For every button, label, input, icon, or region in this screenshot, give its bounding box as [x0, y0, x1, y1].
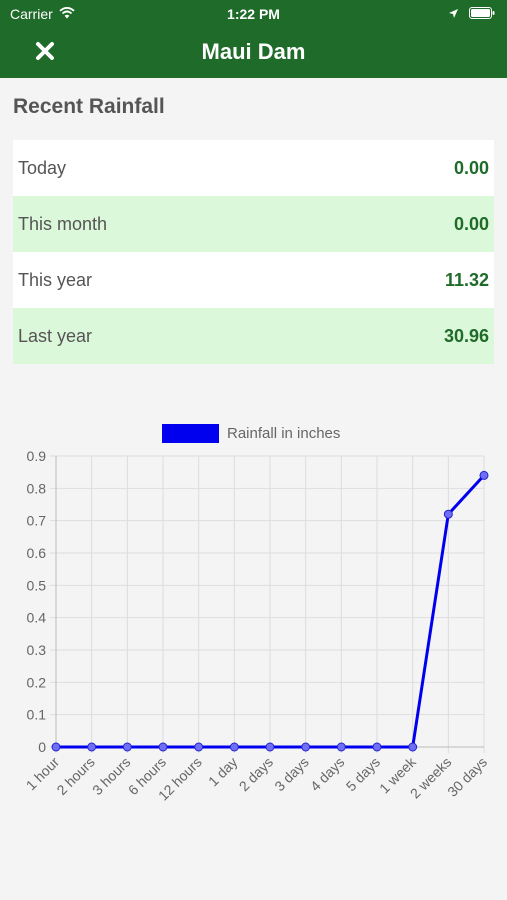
status-bar: Carrier 1:22 PM	[0, 0, 507, 28]
battery-icon	[469, 6, 495, 22]
data-point	[51, 742, 61, 752]
y-tick-label: 0.9	[27, 448, 47, 464]
y-tick-label: 0.6	[27, 545, 47, 561]
data-point	[158, 742, 168, 752]
x-tick-label: 30 days	[444, 754, 490, 800]
x-tick-label: 2 days	[236, 754, 276, 794]
data-point	[229, 742, 239, 752]
data-point	[336, 742, 346, 752]
status-right	[448, 6, 495, 22]
chart-svg: 00.10.20.30.40.50.60.70.80.91 hour2 hour…	[23, 448, 490, 804]
data-point	[408, 742, 418, 752]
location-arrow-icon	[448, 6, 459, 22]
x-tick-label: 2 hours	[53, 754, 97, 798]
y-tick-label: 0.3	[27, 642, 47, 658]
data-point	[443, 509, 453, 519]
status-time: 1:22 PM	[227, 6, 280, 22]
data-point	[87, 742, 97, 752]
row-value: 11.32	[444, 269, 489, 290]
row-last-year: Last year 30.96	[13, 308, 494, 364]
data-point	[479, 470, 489, 480]
x-tick-label: 4 days	[307, 754, 347, 794]
row-value: 0.00	[453, 157, 489, 178]
x-tick-label: 3 days	[271, 754, 311, 794]
row-value: 0.00	[453, 213, 489, 234]
rainfall-summary-list: Today 0.00 This month 0.00 This year 11.…	[13, 140, 494, 364]
nav-bar: Maui Dam	[0, 28, 507, 78]
section-title: Recent Rainfall	[13, 95, 165, 118]
row-label: This month	[18, 213, 108, 234]
data-point	[301, 742, 311, 752]
y-tick-label: 0.2	[27, 674, 47, 690]
data-point	[265, 742, 275, 752]
row-label: This year	[18, 269, 93, 290]
row-this-month: This month 0.00	[13, 196, 494, 252]
y-tick-label: 0	[38, 739, 46, 755]
nav-title: Maui Dam	[201, 39, 306, 64]
x-tick-label: 5 days	[343, 754, 383, 794]
y-tick-label: 0.8	[27, 480, 47, 496]
rainfall-chart: Rainfall in inches 0 0.1 0.2 0.3 0.4 0.5 0.6 0.…	[0, 412, 507, 832]
row-value: 30.96	[443, 325, 489, 346]
row-today: Today 0.00	[13, 140, 494, 196]
y-tick-label: 0.5	[27, 577, 47, 593]
data-point	[194, 742, 204, 752]
y-tick-label: 0.1	[27, 707, 47, 723]
y-tick-label: 0.4	[27, 610, 47, 626]
data-point	[122, 742, 132, 752]
y-tick-label: 0.7	[27, 513, 47, 529]
row-label: Today	[18, 157, 67, 178]
x-tick-label: 1 day	[205, 754, 241, 790]
x-tick-label: 3 hours	[89, 754, 133, 798]
row-label: Last year	[18, 325, 93, 346]
row-this-year: This year 11.32	[13, 252, 494, 308]
data-point	[372, 742, 382, 752]
